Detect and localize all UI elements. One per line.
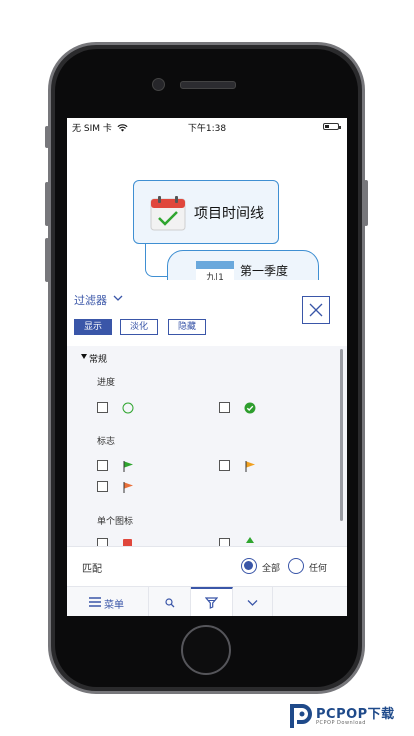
filter-header: 过滤器 显示 淡化 隐藏 — [67, 280, 347, 346]
checkbox-progress-done[interactable] — [219, 402, 230, 413]
flag-orange-icon — [245, 461, 255, 472]
radio-match-all-label: 全部 — [262, 564, 281, 574]
mute-switch — [45, 126, 49, 148]
group-single-icon-label: 单个图标 — [97, 517, 134, 527]
checkbox-flag-green[interactable] — [97, 460, 108, 471]
app-screen: 无 SIM 卡 下午1:38 项目时间线 九|1 第一季度 过滤器 显示 淡化 … — [67, 118, 347, 616]
mindmap-canvas[interactable]: 项目时间线 九|1 第一季度 — [67, 136, 347, 280]
match-label: 匹配 — [82, 564, 102, 575]
topic-node-main[interactable]: 项目时间线 — [133, 180, 279, 244]
progress-empty-circle-icon — [122, 402, 134, 414]
close-button[interactable] — [302, 296, 330, 324]
mode-hide-button[interactable]: 隐藏 — [168, 319, 206, 335]
status-time: 下午1:38 — [187, 124, 227, 134]
search-button[interactable] — [149, 587, 191, 616]
flag-red-orange-icon — [123, 482, 133, 493]
search-icon — [165, 598, 175, 608]
green-arrow-icon — [246, 537, 254, 543]
radio-match-any-label: 任何 — [309, 564, 328, 574]
checkbox-flag-orange[interactable] — [219, 460, 230, 471]
filter-title[interactable]: 过滤器 — [74, 292, 107, 308]
volume-up-button — [45, 182, 49, 226]
filter-tab-button[interactable] — [191, 587, 233, 616]
front-camera — [152, 78, 165, 91]
power-button — [364, 180, 368, 226]
pcpop-logo-icon — [290, 704, 312, 728]
close-icon — [309, 303, 323, 317]
mode-fade-button[interactable]: 淡化 — [120, 319, 158, 335]
checkbox-single-icon-2[interactable] — [219, 538, 230, 546]
status-bar: 无 SIM 卡 下午1:38 — [67, 118, 347, 136]
battery-icon — [323, 123, 341, 130]
home-button[interactable] — [181, 625, 231, 675]
sub-topic-title: 第一季度 — [240, 264, 289, 278]
filter-list[interactable]: 常规 进度 标志 单个图标 — [67, 346, 347, 546]
collapse-triangle-icon[interactable] — [81, 354, 87, 359]
bottom-toolbar: 菜单 — [67, 586, 347, 616]
progress-done-check-icon — [244, 402, 256, 414]
filter-scrollbar[interactable] — [340, 349, 343, 521]
match-bar: 匹配 全部 任何 — [67, 546, 347, 586]
watermark-sub: PCPOP Download — [316, 720, 366, 726]
watermark: PCPOP下载 PCPOP Download — [288, 700, 414, 736]
radio-match-any[interactable] — [288, 558, 304, 574]
group-flags-label: 标志 — [97, 437, 116, 447]
red-marker-icon — [123, 539, 132, 546]
section-general-title: 常规 — [89, 355, 108, 365]
radio-match-all[interactable] — [241, 558, 257, 574]
menu-label: 菜单 — [104, 600, 124, 611]
checkbox-flag-red-orange[interactable] — [97, 481, 108, 492]
checkbox-single-icon-1[interactable] — [97, 538, 108, 546]
filter-panel: 过滤器 显示 淡化 隐藏 常规 进度 标志 单个图标 匹配 全部 任何 菜单 — [67, 280, 347, 616]
group-progress-label: 进度 — [97, 378, 116, 388]
filter-funnel-icon — [205, 597, 218, 609]
earpiece-speaker — [180, 81, 236, 89]
calendar-check-icon — [150, 196, 186, 231]
chevron-down-icon[interactable] — [113, 293, 123, 303]
hamburger-menu-icon — [89, 597, 101, 607]
topic-node-sub[interactable]: 九|1 第一季度 — [167, 250, 319, 280]
mode-show-button[interactable]: 显示 — [74, 319, 112, 335]
flag-green-icon — [123, 461, 133, 472]
main-topic-title: 项目时间线 — [194, 206, 264, 222]
sub-topic-image: 九|1 — [196, 261, 234, 280]
checkbox-progress-empty[interactable] — [97, 402, 108, 413]
volume-down-button — [45, 238, 49, 282]
chevron-down-icon — [247, 600, 258, 606]
collapse-panel-button[interactable] — [233, 587, 273, 616]
menu-button[interactable]: 菜单 — [67, 587, 149, 616]
